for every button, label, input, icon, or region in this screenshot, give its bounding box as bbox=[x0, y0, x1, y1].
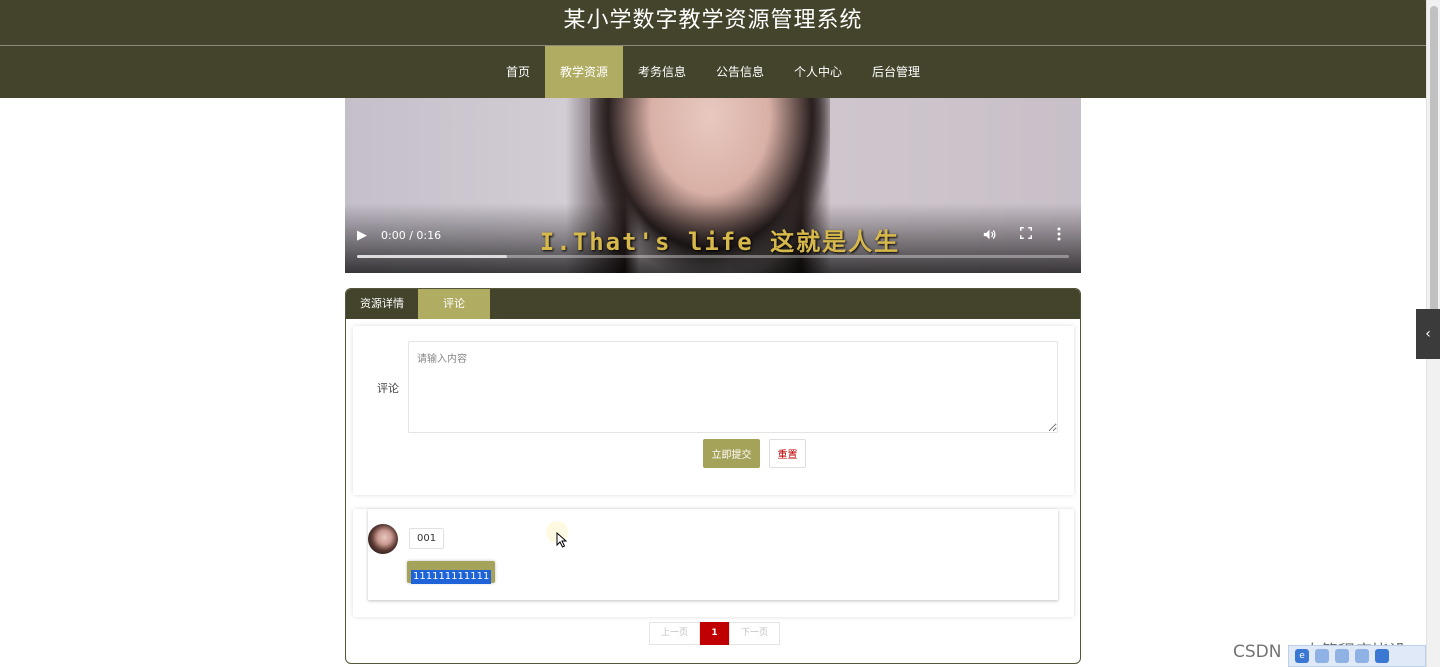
play-icon[interactable]: ▶ bbox=[357, 228, 367, 243]
comment-username: 001 bbox=[409, 528, 445, 549]
tab-comments[interactable]: 评论 bbox=[418, 289, 490, 319]
reset-button[interactable]: 重置 bbox=[769, 439, 806, 468]
nav-item-exam-info[interactable]: 考务信息 bbox=[623, 46, 701, 98]
more-options-icon[interactable] bbox=[1057, 227, 1061, 245]
keyboard-icon[interactable] bbox=[1355, 649, 1369, 663]
scrollbar-thumb[interactable] bbox=[1430, 6, 1438, 346]
tab-bar: 资源详情 评论 bbox=[346, 289, 1080, 319]
main-nav: 首页 教学资源 考务信息 公告信息 个人中心 后台管理 bbox=[0, 46, 1426, 98]
comment-form: 评论 立即提交 重置 bbox=[353, 326, 1074, 495]
prev-page-button[interactable]: 上一页 bbox=[649, 622, 701, 645]
volume-icon[interactable] bbox=[983, 228, 996, 245]
comment-text: 111111111111 bbox=[411, 570, 492, 584]
comment-textarea[interactable] bbox=[408, 341, 1058, 433]
site-title: 某小学数字教学资源管理系统 bbox=[563, 8, 863, 33]
nav-item-announcements[interactable]: 公告信息 bbox=[701, 46, 779, 98]
nav-item-teaching-resources[interactable]: 教学资源 bbox=[544, 46, 623, 98]
video-progress-bar[interactable] bbox=[357, 255, 1069, 258]
comment-content: 111111111111 bbox=[407, 561, 496, 584]
system-tray: e bbox=[1288, 645, 1426, 667]
site-header: 某小学数字教学资源管理系统 首页 教学资源 考务信息 公告信息 个人中心 后台管… bbox=[0, 0, 1426, 98]
comment-list: 001 111111111111 bbox=[353, 509, 1074, 617]
video-time: 0:00 / 0:16 bbox=[381, 229, 442, 242]
comment-item: 001 111111111111 bbox=[368, 509, 1058, 600]
video-subtitle: I.That's life 这就是人生 bbox=[539, 228, 901, 256]
page: 某小学数字教学资源管理系统 首页 教学资源 考务信息 公告信息 个人中心 后台管… bbox=[0, 0, 1440, 667]
fullscreen-icon[interactable] bbox=[1020, 227, 1032, 243]
mouse-cursor-icon bbox=[556, 532, 568, 548]
input-method-icon[interactable] bbox=[1315, 649, 1329, 663]
video-player[interactable]: I.That's life 这就是人生 ▶ 0:00 / 0:16 bbox=[345, 98, 1081, 273]
tray-icon[interactable] bbox=[1335, 649, 1349, 663]
settings-icon[interactable] bbox=[1375, 649, 1389, 663]
page-number-current[interactable]: 1 bbox=[700, 622, 730, 645]
nav-item-admin[interactable]: 后台管理 bbox=[857, 46, 935, 98]
chevron-left-icon[interactable]: ‹ bbox=[1416, 309, 1440, 359]
nav-item-personal-center[interactable]: 个人中心 bbox=[779, 46, 857, 98]
avatar bbox=[368, 524, 398, 554]
comment-label: 评论 bbox=[377, 382, 399, 395]
tab-resource-details[interactable]: 资源详情 bbox=[346, 289, 418, 319]
pagination: 上一页 1 下一页 bbox=[649, 622, 781, 645]
nav-item-home[interactable]: 首页 bbox=[491, 46, 545, 98]
video-progress-fill bbox=[357, 255, 507, 258]
next-page-button[interactable]: 下一页 bbox=[729, 622, 781, 645]
resource-panel: 资源详情 评论 评论 立即提交 重置 001 111111111111 上一页 … bbox=[345, 288, 1081, 664]
submit-button[interactable]: 立即提交 bbox=[703, 439, 760, 468]
app-icon[interactable]: e bbox=[1295, 649, 1309, 663]
